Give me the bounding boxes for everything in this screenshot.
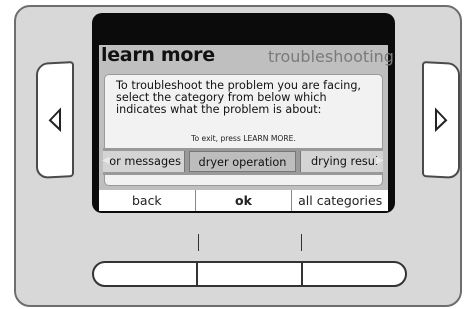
softkey-back[interactable]: back [99, 190, 196, 211]
triangle-left-icon [48, 107, 61, 133]
category-carousel: or messages dryer operation drying resul [103, 148, 383, 175]
right-arrow-button[interactable] [422, 61, 460, 179]
softkey-labels: back ok all categories [99, 190, 388, 211]
softkey-divider-left [198, 234, 199, 251]
hardware-button-bar [92, 261, 407, 287]
hardware-button-right[interactable] [303, 263, 405, 285]
hardware-button-left[interactable] [94, 263, 199, 285]
softkey-divider-right [301, 234, 302, 251]
dialog-exit-hint: To exit, press LEARN MORE. [191, 134, 296, 143]
softkey-ok[interactable]: ok [196, 190, 293, 211]
carousel-right-arrow-icon: ▶ [376, 155, 384, 166]
category-item-dryer-operation[interactable]: dryer operation [189, 151, 296, 172]
triangle-right-icon [435, 107, 448, 133]
screen-title: learn more [101, 44, 215, 66]
softkey-all-categories[interactable]: all categories [292, 190, 388, 211]
hardware-button-center[interactable] [198, 263, 303, 285]
screen-subtitle: troubleshooting [268, 47, 394, 66]
carousel-left-arrow-icon: ◀ [102, 155, 110, 166]
left-arrow-button[interactable] [36, 61, 74, 179]
category-item-drying-results[interactable]: drying resul [300, 151, 383, 172]
dialog-message: To troubleshoot the problem you are faci… [116, 79, 361, 116]
category-item-error-messages[interactable]: or messages [103, 151, 185, 172]
